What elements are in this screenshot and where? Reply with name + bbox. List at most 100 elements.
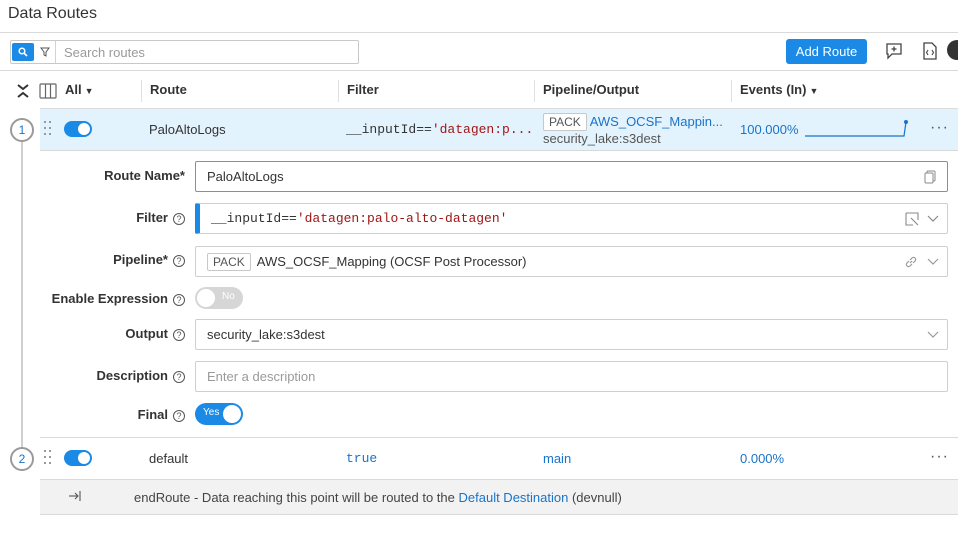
- column-divider: [141, 80, 142, 102]
- column-divider: [534, 80, 535, 102]
- pipeline-label: Pipeline*?: [113, 252, 185, 267]
- route-events-pct: 100.000%: [740, 122, 799, 137]
- route-name[interactable]: PaloAltoLogs: [149, 122, 226, 137]
- route-pipeline-link[interactable]: main: [543, 451, 571, 466]
- help-icon[interactable]: ?: [173, 255, 185, 267]
- help-icon[interactable]: ?: [173, 371, 185, 383]
- pipeline-value: AWS_OCSF_Mapping (OCSF Post Processor): [256, 254, 527, 269]
- end-route-icon: [68, 490, 82, 505]
- route-more-options-icon[interactable]: ···: [930, 119, 949, 137]
- route-name-field[interactable]: PaloAltoLogs: [195, 161, 948, 192]
- column-header-route[interactable]: Route: [150, 82, 187, 97]
- route-events-pct: 0.000%: [740, 451, 785, 466]
- route-pipeline[interactable]: PACK AWS_OCSF_Mappin...: [543, 113, 723, 131]
- final-label-text: Final: [137, 407, 168, 422]
- route-output: security_lake:s3dest: [543, 131, 661, 146]
- end-route-text: endRoute - Data reaching this point will…: [134, 490, 622, 505]
- route-enabled-toggle[interactable]: [64, 450, 92, 466]
- copy-icon[interactable]: [922, 169, 938, 185]
- collapse-all-icon[interactable]: [12, 80, 34, 102]
- divider: [0, 32, 958, 33]
- route-name-value: PaloAltoLogs: [207, 169, 284, 184]
- route-more-options-icon[interactable]: ···: [930, 448, 949, 466]
- filter-string: 'datagen:palo-alto-datagen': [296, 211, 508, 226]
- column-divider: [731, 80, 732, 102]
- route-filter[interactable]: __inputId=='datagen:p...: [346, 122, 533, 137]
- description-label: Description?: [96, 368, 185, 383]
- route-step-number: 1: [10, 118, 34, 142]
- route-name-label: Route Name*: [104, 168, 185, 183]
- toggle-knob: [197, 289, 215, 307]
- caret-down-icon: ▼: [809, 86, 819, 96]
- toggle-knob: [223, 405, 241, 423]
- help-icon[interactable]: ?: [173, 410, 185, 422]
- divider: [40, 150, 958, 151]
- filter-label: Filter?: [136, 210, 185, 225]
- enable-expression-label-text: Enable Expression: [51, 291, 168, 306]
- column-header-events-in[interactable]: Events (In) ▼: [740, 82, 818, 97]
- route-name[interactable]: default: [149, 451, 188, 466]
- output-label: Output?: [125, 326, 185, 341]
- route-step-number: 2: [10, 447, 34, 471]
- description-placeholder: Enter a description: [207, 369, 316, 384]
- route-filter[interactable]: true: [346, 451, 377, 466]
- help-icon[interactable]: ?: [173, 294, 185, 306]
- route-timeline: [21, 140, 23, 450]
- route-filter-prefix: __inputId==: [346, 122, 432, 137]
- pipeline-select[interactable]: PACK AWS_OCSF_Mapping (OCSF Post Process…: [195, 246, 948, 277]
- column-header-filter[interactable]: Filter: [347, 82, 379, 97]
- filter-icon[interactable]: [34, 41, 56, 63]
- events-sparkline: [805, 120, 908, 137]
- drag-handle-icon[interactable]: [44, 121, 52, 137]
- all-filter-dropdown[interactable]: All ▼: [65, 82, 94, 97]
- events-in-label: Events (In): [740, 82, 807, 97]
- columns-icon[interactable]: [37, 80, 59, 102]
- enable-expression-label: Enable Expression?: [52, 291, 185, 306]
- final-label: Final?: [138, 407, 185, 422]
- drag-handle-icon[interactable]: [44, 450, 52, 466]
- expand-editor-icon[interactable]: [904, 211, 920, 227]
- code-file-icon[interactable]: [919, 40, 941, 62]
- filter-expression-field[interactable]: __inputId=='datagen:palo-alto-datagen': [195, 203, 948, 234]
- add-route-button[interactable]: Add Route: [786, 39, 867, 64]
- chevron-down-icon[interactable]: [925, 254, 941, 270]
- output-value: security_lake:s3dest: [207, 327, 325, 342]
- toggle-state-text: No: [222, 291, 235, 302]
- route-filter-string: 'datagen:p...: [431, 122, 534, 137]
- column-header-pipeline-output[interactable]: Pipeline/Output: [543, 82, 639, 97]
- search-icon[interactable]: [12, 43, 34, 61]
- toggle-state-text: Yes: [203, 407, 220, 418]
- info-icon[interactable]: [947, 40, 958, 60]
- chevron-down-icon[interactable]: [925, 211, 941, 227]
- help-icon[interactable]: ?: [173, 329, 185, 341]
- chevron-down-icon[interactable]: [925, 327, 941, 343]
- page-title: Data Routes: [8, 5, 97, 22]
- end-route-bar: endRoute - Data reaching this point will…: [40, 480, 958, 515]
- enable-expression-toggle[interactable]: No: [195, 287, 243, 309]
- all-filter-label: All: [65, 82, 82, 97]
- filter-label-text: Filter: [136, 210, 168, 225]
- add-comment-icon[interactable]: [883, 40, 905, 62]
- pack-badge: PACK: [207, 252, 251, 271]
- divider: [0, 70, 958, 71]
- output-label-text: Output: [125, 326, 168, 341]
- caret-down-icon: ▼: [84, 86, 94, 96]
- filter-expression-value: __inputId=='datagen:palo-alto-datagen': [211, 211, 507, 226]
- end-route-prefix: endRoute - Data reaching this point will…: [134, 490, 455, 505]
- pack-badge: PACK: [543, 113, 587, 131]
- default-destination-link[interactable]: Default Destination: [459, 490, 569, 505]
- description-label-text: Description: [96, 368, 168, 383]
- divider: [40, 437, 958, 438]
- column-divider: [338, 80, 339, 102]
- output-select[interactable]: security_lake:s3dest: [195, 319, 948, 350]
- pipeline-label-text: Pipeline*: [113, 252, 168, 267]
- route-pipeline-link[interactable]: AWS_OCSF_Mappin...: [590, 114, 723, 129]
- help-icon[interactable]: ?: [173, 213, 185, 225]
- search-bar: [10, 40, 359, 64]
- final-toggle[interactable]: Yes: [195, 403, 243, 425]
- link-icon[interactable]: [903, 254, 919, 270]
- search-input[interactable]: [56, 42, 358, 62]
- filter-prefix: __inputId==: [211, 211, 297, 226]
- description-field[interactable]: Enter a description: [195, 361, 948, 392]
- route-enabled-toggle[interactable]: [64, 121, 92, 137]
